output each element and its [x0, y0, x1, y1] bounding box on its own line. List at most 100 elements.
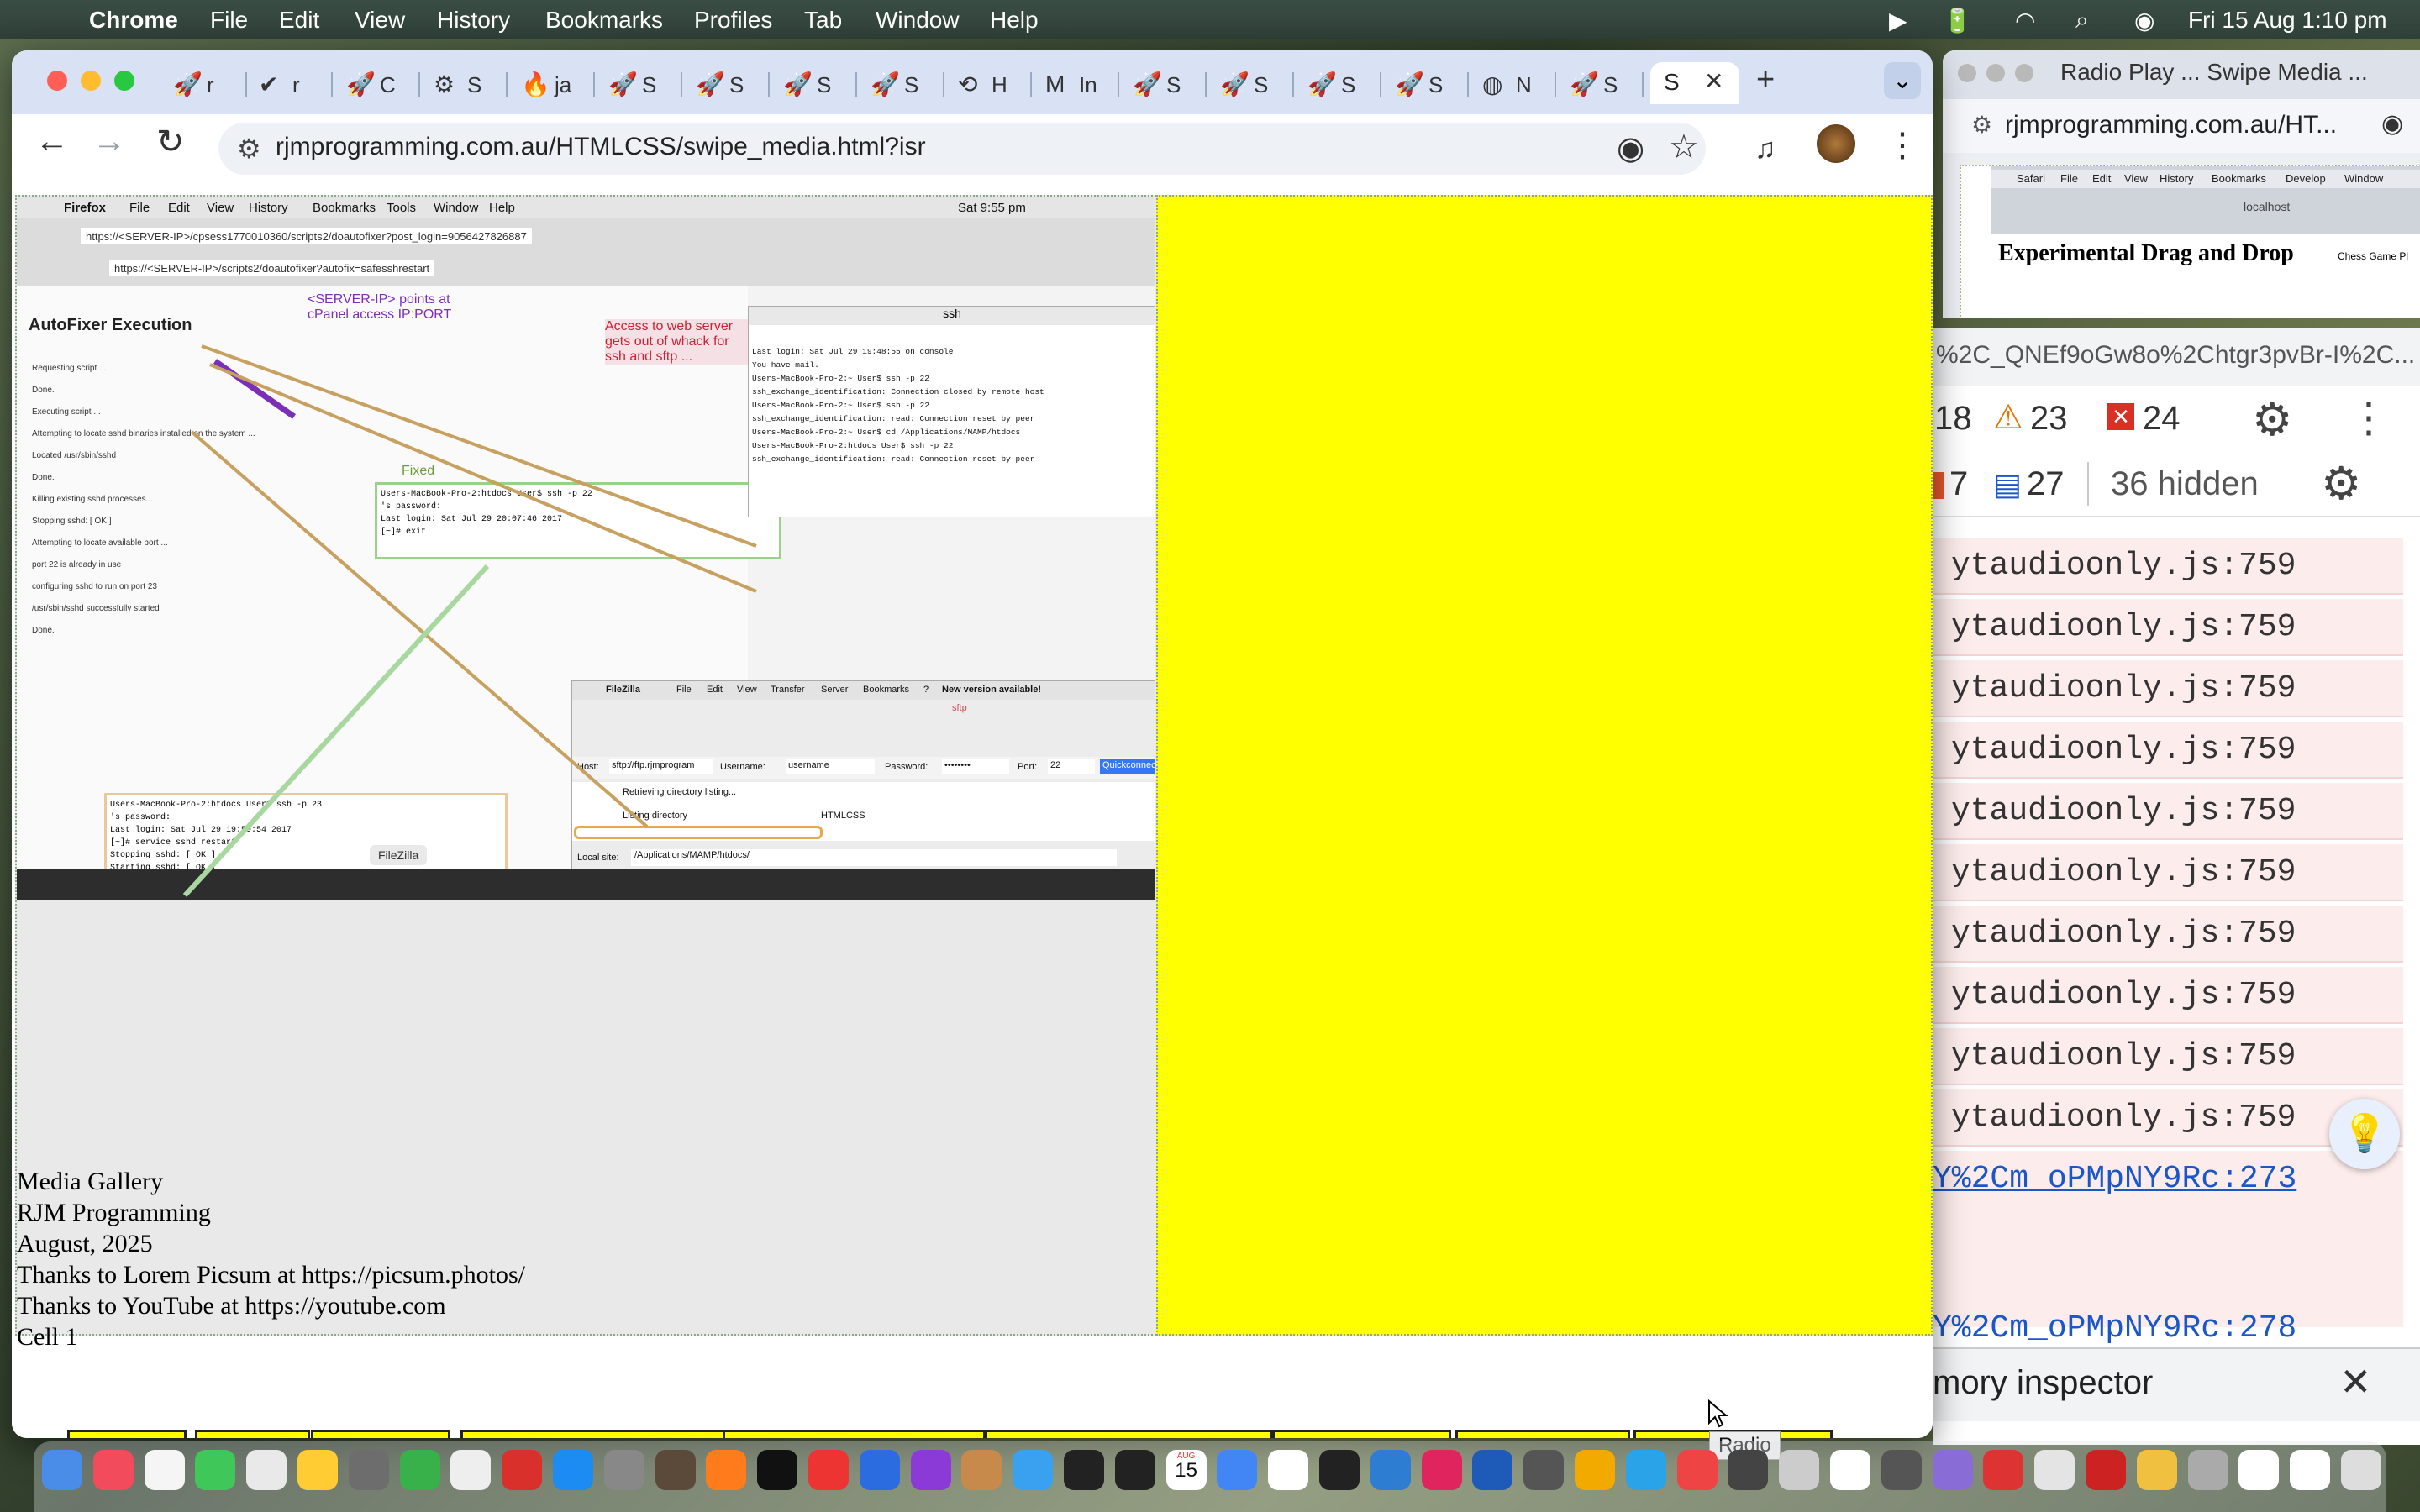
log-source-link[interactable]: ytaudioonly.js:759	[1951, 1038, 2296, 1074]
bookmark-star-icon[interactable]: ☆	[1669, 128, 1699, 166]
media-button[interactable]: The Wrecking CrewA+V	[460, 1430, 728, 1438]
console-log-row[interactable]: ytaudioonly.js:759	[1933, 722, 2403, 779]
menu-tab[interactable]: Tab	[804, 7, 842, 34]
eye-icon[interactable]: ◉	[1617, 129, 1644, 167]
messages-count[interactable]: 27	[2027, 465, 2065, 503]
yellow-media-cell[interactable]	[1156, 195, 1933, 1336]
browser-tab[interactable]: 🚀 S	[773, 66, 857, 104]
voice-memos-icon[interactable]	[1523, 1450, 1565, 1490]
bbedit-icon[interactable]	[910, 1450, 951, 1490]
intellij-icon[interactable]	[1421, 1450, 1462, 1490]
wifi-icon[interactable]: ◠	[2015, 7, 2035, 34]
secondary-window-title[interactable]: Radio Play ... Swipe Media ...	[2060, 59, 2368, 86]
activity-icon[interactable]	[1319, 1450, 1360, 1490]
gallery-image[interactable]: Firefox File Edit View History Bookmarks…	[17, 197, 1155, 900]
browser-tab[interactable]: 🔥 ja	[511, 66, 595, 104]
reminders-icon[interactable]	[144, 1450, 185, 1490]
browser-tab[interactable]: 🚀 S	[1210, 66, 1294, 104]
browser-tab[interactable]: 🚀 S	[1560, 66, 1644, 104]
browser-tab[interactable]: 🚀 r	[163, 66, 247, 104]
battery-icon[interactable]: 🔋	[1943, 7, 1972, 34]
safari-icon[interactable]	[1013, 1450, 1054, 1490]
media-button[interactable]: The Wrecking CrewA-V	[723, 1430, 986, 1438]
reload-icon[interactable]: ↻	[156, 123, 185, 161]
more-options-icon[interactable]: ⋮	[2348, 393, 2390, 442]
messages-icon[interactable]	[195, 1450, 236, 1490]
podcasts-icon[interactable]	[961, 1450, 1002, 1490]
zoom-icon[interactable]	[1472, 1450, 1513, 1490]
error-icon[interactable]: ✕	[2107, 403, 2134, 430]
media-button[interactable]: Yacht RockA+V	[1272, 1430, 1452, 1438]
calendar-icon[interactable]: AUG 15	[1165, 1450, 1207, 1490]
app-icon[interactable]	[1881, 1450, 1922, 1490]
log-source-link[interactable]: ytaudioonly.js:759	[1951, 793, 2296, 829]
console-log-row[interactable]: ytaudioonly.js:759	[1933, 967, 2403, 1024]
console-log-row[interactable]: ytaudioonly.js:759	[1933, 599, 2403, 656]
url-text[interactable]: rjmprogramming.com.au/HTMLCSS/swipe_medi…	[276, 133, 926, 161]
secondary-url-bar[interactable]: ⚙ rjmprogramming.com.au/HT... ◉	[1943, 99, 2420, 153]
log-source-link[interactable]: ytaudioonly.js:759	[1951, 670, 2296, 706]
app-store-icon[interactable]	[553, 1450, 593, 1490]
doc-3-icon[interactable]	[2290, 1450, 2331, 1490]
log-source-link[interactable]: ytaudioonly.js:759	[1951, 854, 2296, 890]
tab-search-chevron-down-icon[interactable]: ⌄	[1884, 62, 1921, 99]
music-icon[interactable]	[92, 1450, 134, 1490]
folder-icon[interactable]	[2034, 1450, 2075, 1490]
folder-2-icon[interactable]	[2136, 1450, 2177, 1490]
keychain-icon[interactable]	[1728, 1450, 1769, 1490]
close-tab-icon[interactable]: ✕	[1704, 67, 1723, 95]
trash-icon[interactable]	[2341, 1450, 2381, 1490]
browser-tab[interactable]: 🚀 S	[1123, 66, 1207, 104]
menu-history[interactable]: History	[437, 7, 510, 34]
issue-count[interactable]: 7	[1949, 465, 1968, 503]
console-log-row[interactable]: ytaudioonly.js:759	[1933, 844, 2403, 901]
news-icon[interactable]	[808, 1450, 849, 1490]
count-indicator[interactable]: 18	[1934, 400, 1972, 438]
tinkertool-icon[interactable]	[1575, 1450, 1615, 1490]
zoom-window-icon[interactable]	[114, 71, 134, 91]
console-log-row[interactable]: ytaudioonly.js:759	[1933, 906, 2403, 963]
calculator-icon[interactable]	[603, 1450, 644, 1490]
opera-icon[interactable]	[1779, 1450, 1820, 1490]
filezilla-icon[interactable]	[502, 1450, 543, 1490]
file-icon[interactable]	[1268, 1450, 1309, 1490]
search-icon[interactable]: ⌕	[2075, 7, 2089, 34]
minimize-window-icon[interactable]	[1986, 64, 2005, 82]
freeform-icon[interactable]	[297, 1450, 338, 1490]
media-button[interactable]: DiscoA-V	[195, 1430, 311, 1438]
log-source-link[interactable]: ytaudioonly.js:759	[1951, 916, 2296, 952]
log-source-link[interactable]: ytaudioonly.js:759	[1951, 977, 2296, 1013]
ai-assistance-lightbulb-icon[interactable]: 💡	[2329, 1099, 2400, 1169]
warning-icon[interactable]: ⚠	[1993, 398, 2023, 437]
facetime-icon[interactable]	[399, 1450, 440, 1490]
music-2-icon[interactable]	[2187, 1450, 2228, 1490]
media-button[interactable]: Yacht RockA-V	[1455, 1430, 1631, 1438]
new-tab-icon[interactable]: +	[1756, 62, 1775, 98]
browser-tab[interactable]: ◍ N	[1472, 66, 1556, 104]
browser-tab[interactable]: 🚀 S	[598, 66, 682, 104]
media-button[interactable]: DiscoA-V📹	[311, 1430, 451, 1438]
warning-count[interactable]: 23	[2030, 400, 2068, 438]
log-source-link[interactable]: ytaudioonly.js:759	[1951, 609, 2296, 645]
log-source-link[interactable]: ytaudioonly.js:759	[1951, 548, 2296, 584]
appletv-icon[interactable]	[757, 1450, 798, 1490]
console-log-row[interactable]: ytaudioonly.js:759	[1933, 538, 2403, 595]
app-menu-chrome[interactable]: Chrome	[89, 7, 178, 34]
menu-edit[interactable]: Edit	[279, 7, 319, 34]
tune-icon[interactable]: ⚙	[1971, 111, 1992, 139]
firefox-icon[interactable]	[706, 1450, 747, 1490]
menu-window[interactable]: Window	[876, 7, 960, 34]
browser-tab[interactable]: ⟲ H	[948, 66, 1032, 104]
site-info-icon[interactable]: ⚙	[237, 133, 261, 165]
console-settings-icon[interactable]: ⚙	[2321, 457, 2361, 510]
notes-icon[interactable]	[246, 1450, 287, 1490]
secondary-url-text[interactable]: rjmprogramming.com.au/HT...	[2005, 111, 2337, 139]
devtools-source-url[interactable]: %2C_QNEf9oGw8o%2Chtgr3pvBr-I%2C...	[1936, 341, 2415, 370]
browser-tab[interactable]: ✔ r	[249, 66, 333, 104]
minimize-window-icon[interactable]	[81, 71, 101, 91]
maps-icon[interactable]	[1676, 1450, 1718, 1490]
menu-view[interactable]: View	[355, 7, 405, 34]
close-drawer-icon[interactable]: ✕	[2339, 1359, 2372, 1404]
zoom-window-icon[interactable]	[2015, 64, 2033, 82]
browser-tab[interactable]: 🚀 S	[686, 66, 770, 104]
